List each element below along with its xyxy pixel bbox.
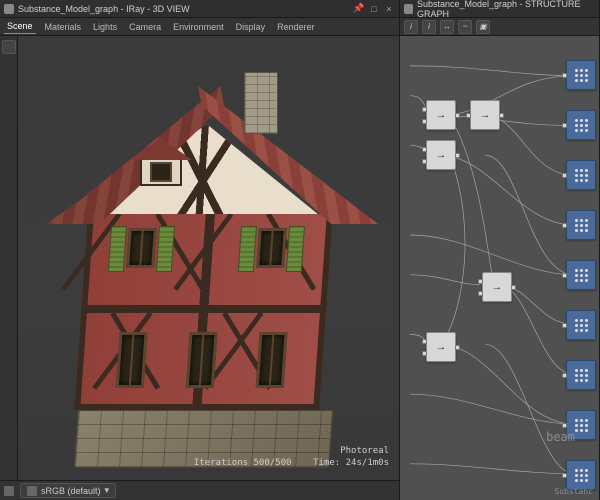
iterations-value: 500/500	[253, 458, 291, 468]
grid-node[interactable]	[566, 60, 596, 90]
colorspace-selector[interactable]: sRGB (default) ▾	[20, 483, 116, 498]
tab-camera[interactable]: Camera	[126, 20, 164, 34]
grid-node[interactable]	[566, 210, 596, 240]
graph-toolbar: i i ↔ ~ ▣	[400, 18, 599, 36]
app-icon	[404, 4, 413, 14]
merge-node[interactable]: →	[426, 332, 456, 362]
pin-icon[interactable]: 📌	[353, 3, 365, 15]
link-icon[interactable]: ~	[458, 20, 472, 34]
viewport-title: Substance_Model_graph - IRay - 3D VIEW	[18, 4, 190, 14]
fit-icon[interactable]: ▣	[476, 20, 490, 34]
graph-footer-text: Substanc	[554, 487, 593, 496]
merge-node[interactable]: →	[470, 100, 500, 130]
render-mode: Photoreal	[194, 445, 389, 458]
tool-home-icon[interactable]	[2, 40, 16, 54]
colorspace-icon	[27, 486, 37, 496]
save-image-icon[interactable]	[4, 486, 14, 496]
app-icon	[4, 4, 14, 14]
viewport-3d[interactable]: Photoreal Iterations 500/500 Time: 24s/1…	[18, 36, 399, 480]
render-status: Photoreal Iterations 500/500 Time: 24s/1…	[194, 445, 389, 470]
viewport-panel: Substance_Model_graph - IRay - 3D VIEW 📌…	[0, 0, 400, 500]
grid-node[interactable]	[566, 460, 596, 490]
grid-node[interactable]	[566, 260, 596, 290]
model-preview	[48, 58, 358, 468]
tab-materials[interactable]: Materials	[42, 20, 85, 34]
viewport-tabs: Scene Materials Lights Camera Environmen…	[0, 18, 399, 36]
node-graph-canvas[interactable]: → → → → → beam Substanc	[400, 36, 599, 500]
close-icon[interactable]: ×	[383, 3, 395, 15]
graph-title: Substance_Model_graph - STRUCTURE GRAPH	[417, 0, 595, 19]
graph-frame-label: beam	[546, 430, 575, 444]
cursor-icon[interactable]: i	[404, 20, 418, 34]
iterations-label: Iterations	[194, 458, 248, 468]
info-icon[interactable]: i	[422, 20, 436, 34]
time-value: 24s/1m0s	[346, 458, 389, 468]
viewport-side-toolbar	[0, 36, 18, 480]
viewport-titlebar: Substance_Model_graph - IRay - 3D VIEW 📌…	[0, 0, 399, 18]
merge-node[interactable]: →	[426, 140, 456, 170]
grid-node[interactable]	[566, 160, 596, 190]
time-label: Time	[313, 458, 335, 468]
merge-node[interactable]: →	[426, 100, 456, 130]
merge-node[interactable]: →	[482, 272, 512, 302]
graph-panel: Substance_Model_graph - STRUCTURE GRAPH …	[400, 0, 600, 500]
tab-environment[interactable]: Environment	[170, 20, 227, 34]
graph-titlebar: Substance_Model_graph - STRUCTURE GRAPH	[400, 0, 599, 18]
grid-node[interactable]	[566, 360, 596, 390]
grid-node[interactable]	[566, 310, 596, 340]
grid-node[interactable]	[566, 110, 596, 140]
maximize-icon[interactable]: □	[368, 3, 380, 15]
tab-scene[interactable]: Scene	[4, 19, 36, 34]
viewport-bottombar: sRGB (default) ▾	[0, 480, 399, 500]
tab-renderer[interactable]: Renderer	[274, 20, 318, 34]
chevron-down-icon: ▾	[105, 485, 110, 496]
tab-display[interactable]: Display	[233, 20, 269, 34]
expand-icon[interactable]: ↔	[440, 20, 454, 34]
colorspace-label: sRGB (default)	[41, 486, 101, 496]
tab-lights[interactable]: Lights	[90, 20, 120, 34]
